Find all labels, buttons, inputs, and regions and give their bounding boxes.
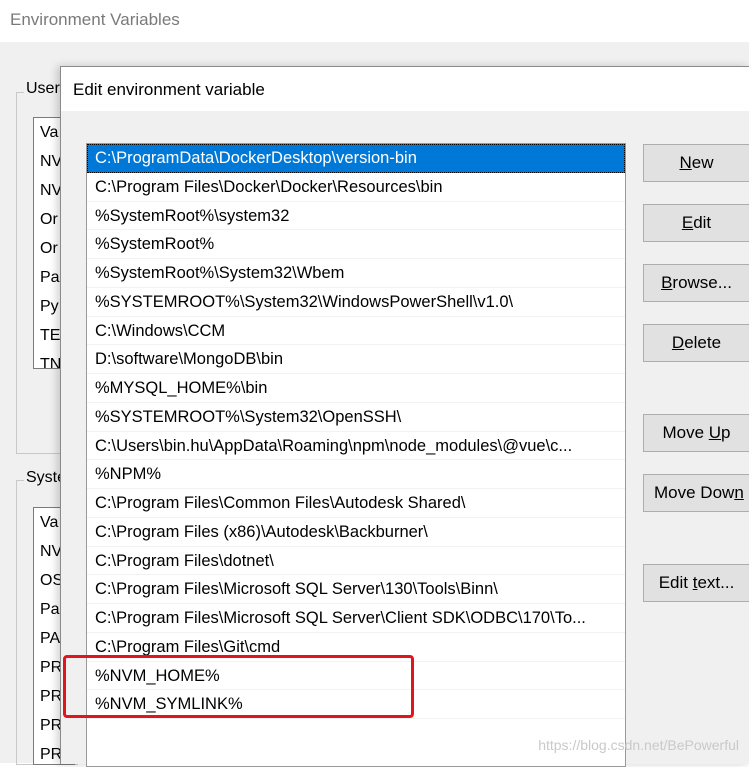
path-list-item[interactable]: %SystemRoot% <box>87 230 625 259</box>
path-list-item[interactable]: C:\Program Files (x86)\Autodesk\Backburn… <box>87 518 625 547</box>
delete-button[interactable]: Delete <box>643 324 749 362</box>
annotation-highlight-box <box>63 655 414 718</box>
path-list-item[interactable]: C:\Windows\CCM <box>87 317 625 346</box>
path-list-item[interactable]: C:\Program Files\dotnet\ <box>87 547 625 576</box>
watermark: https://blog.csdn.net/BePowerful <box>538 737 739 753</box>
path-list-item[interactable]: C:\ProgramData\DockerDesktop\version-bin <box>87 144 625 173</box>
path-list-item[interactable]: D:\software\MongoDB\bin <box>87 345 625 374</box>
path-list-item[interactable]: C:\Program Files\Docker\Docker\Resources… <box>87 173 625 202</box>
path-list-item[interactable]: %SystemRoot%\system32 <box>87 202 625 231</box>
parent-window-titlebar: Environment Variables <box>0 0 749 42</box>
edit-text-button[interactable]: Edit text... <box>643 564 749 602</box>
path-list-item[interactable]: C:\Users\bin.hu\AppData\Roaming\npm\node… <box>87 432 625 461</box>
move-down-button[interactable]: Move Down <box>643 474 749 512</box>
move-up-button[interactable]: Move Up <box>643 414 749 452</box>
browse-button[interactable]: Browse... <box>643 264 749 302</box>
dialog-titlebar: Edit environment variable <box>61 67 749 111</box>
path-list-item[interactable]: %MYSQL_HOME%\bin <box>87 374 625 403</box>
edit-button[interactable]: Edit <box>643 204 749 242</box>
path-list-item[interactable]: %SystemRoot%\System32\Wbem <box>87 259 625 288</box>
path-list-item[interactable]: C:\Program Files\Common Files\Autodesk S… <box>87 489 625 518</box>
user-variables-label: User <box>24 80 62 98</box>
parent-window-title: Environment Variables <box>10 10 180 29</box>
new-button[interactable]: New <box>643 144 749 182</box>
path-list-item[interactable]: %SYSTEMROOT%\System32\OpenSSH\ <box>87 403 625 432</box>
path-list-item[interactable]: C:\Program Files\Microsoft SQL Server\Cl… <box>87 604 625 633</box>
dialog-title: Edit environment variable <box>73 80 265 99</box>
path-list-item[interactable]: C:\Program Files\Microsoft SQL Server\13… <box>87 575 625 604</box>
path-list-item[interactable]: %NPM% <box>87 460 625 489</box>
path-list-item[interactable]: %SYSTEMROOT%\System32\WindowsPowerShell\… <box>87 288 625 317</box>
